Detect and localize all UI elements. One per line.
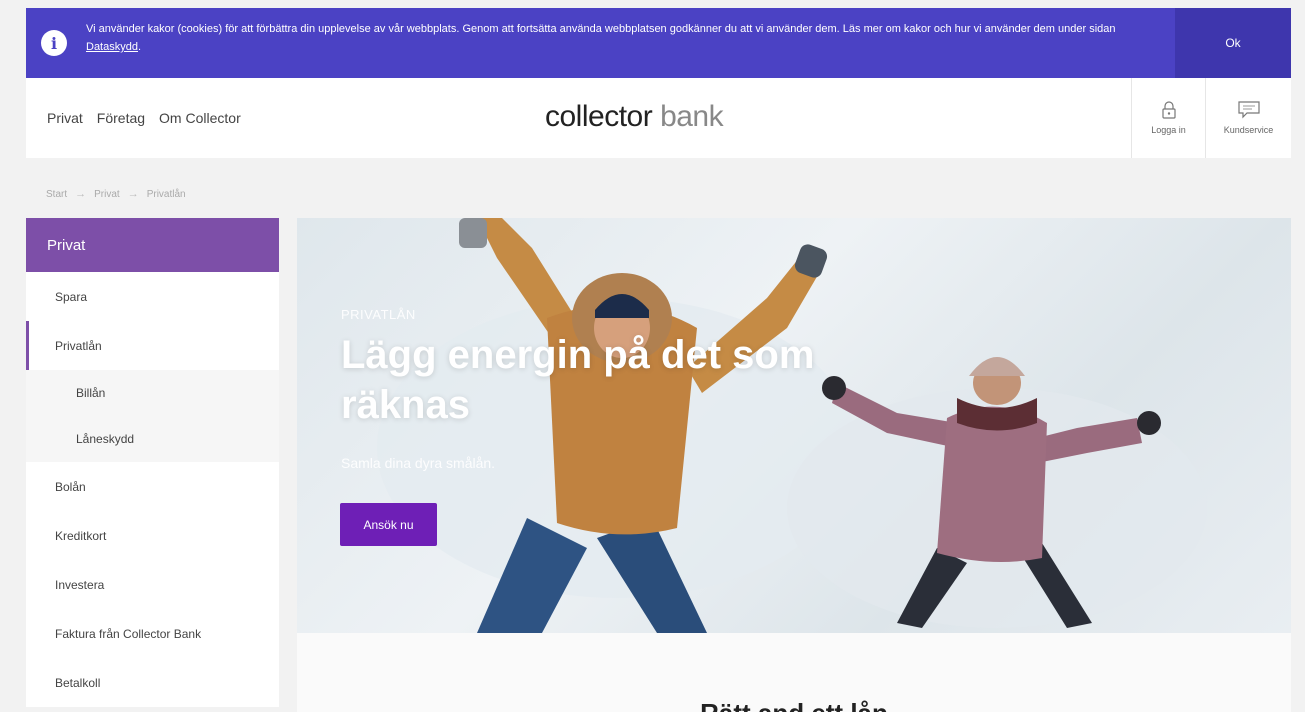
sidebar-item-label: Investera [55, 577, 105, 592]
sidebar-item-privatlan[interactable]: Privatlån [26, 321, 279, 370]
main-nav: Privat Företag Om Collector [26, 110, 241, 126]
sidebar-item-kreditkort[interactable]: Kreditkort [26, 511, 279, 560]
cookie-text: Vi använder kakor (cookies) för att förb… [82, 8, 1175, 78]
cookie-ok-button[interactable]: Ok [1175, 8, 1291, 78]
breadcrumb-start[interactable]: Start [46, 189, 67, 200]
sidebar-item-label: Låneskydd [76, 432, 135, 446]
content-section: Rätt and ett lån [297, 633, 1291, 712]
hero-lead: Samla dina dyra smålån. [341, 455, 496, 471]
sidebar-item-betalkoll[interactable]: Betalkoll [26, 658, 279, 707]
login-label: Logga in [1151, 125, 1186, 135]
cookie-banner: i Vi använder kakor (cookies) för att fö… [26, 8, 1291, 78]
logo-secondary: bank [660, 100, 724, 133]
sidebar-item-label: Bolån [55, 479, 86, 494]
cookie-info: i [26, 8, 82, 78]
sidebar-item-label: Privatlån [55, 338, 102, 353]
hero-banner: PRIVATLÅN Lägg energin på det som räknas… [297, 218, 1291, 633]
sidebar-item-laneskydd[interactable]: Låneskydd [26, 416, 279, 462]
chat-bubble-icon [1237, 101, 1260, 119]
sidebar-heading[interactable]: Privat [26, 218, 279, 272]
breadcrumb-privat[interactable]: Privat [94, 189, 120, 200]
logo[interactable]: collector bank [545, 100, 724, 134]
sidebar-item-investera[interactable]: Investera [26, 560, 279, 609]
breadcrumb-separator: → [75, 188, 87, 200]
sidebar-item-label: Billån [76, 386, 106, 400]
sidebar-heading-label: Privat [47, 236, 86, 254]
page: i Vi använder kakor (cookies) för att fö… [26, 8, 1291, 712]
site-header: Privat Företag Om Collector collector ba… [26, 78, 1291, 158]
lock-icon [1161, 101, 1176, 119]
nav-om-collector[interactable]: Om Collector [159, 110, 241, 126]
hero-title: Lägg energin på det som räknas [341, 333, 815, 427]
logo-primary: collector [545, 100, 653, 133]
sidebar-item-label: Faktura från Collector Bank [55, 626, 202, 641]
hero-kicker: PRIVATLÅN [341, 307, 416, 322]
apply-now-label: Ansök nu [363, 517, 414, 532]
section-heading: Rätt and ett lån [297, 698, 1291, 712]
sidebar-item-label: Kreditkort [55, 528, 107, 543]
sidebar: Privat Spara Privatlån Billån Låneskydd … [26, 218, 279, 707]
sidebar-item-label: Betalkoll [55, 675, 101, 690]
cookie-suffix: . [137, 41, 142, 53]
sidebar-item-faktura[interactable]: Faktura från Collector Bank [26, 609, 279, 658]
info-icon: i [41, 30, 67, 56]
nav-privat[interactable]: Privat [47, 110, 83, 126]
cookie-message: Vi använder kakor (cookies) för att förb… [86, 23, 1116, 35]
sidebar-submenu: Billån Låneskydd [26, 370, 279, 462]
sidebar-item-spara[interactable]: Spara [26, 272, 279, 321]
breadcrumb-current: Privatlån [146, 188, 186, 200]
nav-foretag[interactable]: Företag [97, 110, 145, 126]
breadcrumb-separator: → [127, 188, 139, 200]
header-tools: Logga in Kundservice [1131, 78, 1291, 158]
dataskydd-link[interactable]: Dataskydd [86, 41, 138, 53]
customer-service-button[interactable]: Kundservice [1205, 78, 1291, 158]
apply-now-button[interactable]: Ansök nu [340, 503, 437, 546]
login-button[interactable]: Logga in [1131, 78, 1205, 158]
sidebar-item-label: Spara [55, 289, 88, 304]
sidebar-item-bolan[interactable]: Bolån [26, 462, 279, 511]
cookie-ok-label: Ok [1225, 36, 1241, 50]
customer-service-label: Kundservice [1223, 125, 1274, 135]
sidebar-item-billan[interactable]: Billån [26, 370, 279, 416]
